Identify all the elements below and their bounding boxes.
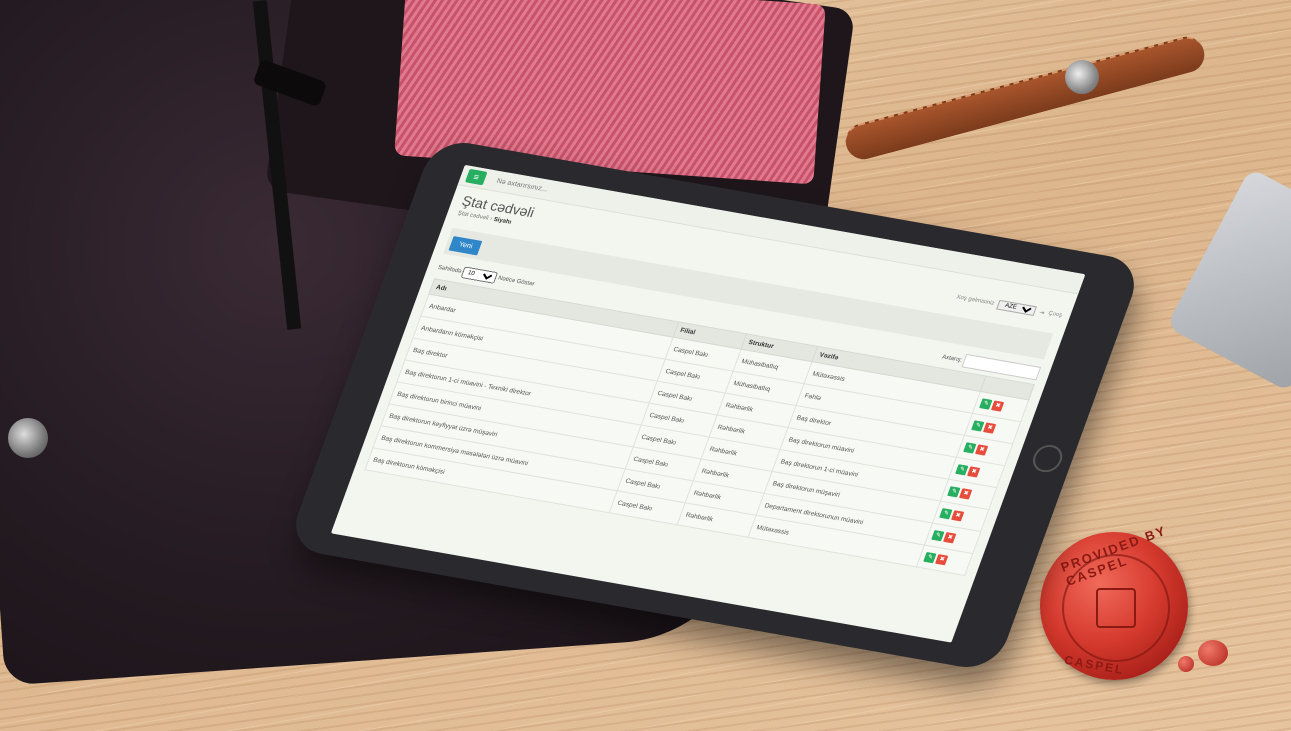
logout-link[interactable]: Çıxış xyxy=(1047,311,1063,319)
page-size-select[interactable]: 10 xyxy=(460,266,499,284)
breadcrumb-item[interactable]: Ştat cədvəli xyxy=(457,211,490,222)
tablet-screen: ≡ Ştat cədvəli Ştat cədvəli › Siyahı Xoş… xyxy=(330,164,1086,643)
trash-icon[interactable]: ✖ xyxy=(975,444,989,456)
per-page-suffix: Nəticə Göstər xyxy=(497,275,536,288)
trash-icon[interactable]: ✖ xyxy=(959,488,973,500)
trash-icon[interactable]: ✖ xyxy=(943,532,957,544)
tablet-home-button[interactable] xyxy=(1028,442,1067,475)
trash-icon[interactable]: ✖ xyxy=(983,422,997,434)
trash-icon[interactable]: ✖ xyxy=(991,400,1005,412)
metal-rivet xyxy=(1065,60,1099,94)
wax-drop xyxy=(1178,656,1194,672)
wax-drop xyxy=(1198,640,1228,666)
new-button[interactable]: Yeni xyxy=(448,236,483,256)
hamburger-menu-icon[interactable]: ≡ xyxy=(464,168,488,186)
search-label: Axtarış: xyxy=(940,354,964,364)
trash-icon[interactable]: ✖ xyxy=(967,466,981,478)
logout-icon[interactable]: ⇥ xyxy=(1038,309,1045,317)
wax-seal: PROVIDED BY CASPEL CASPEL xyxy=(1040,523,1188,680)
breadcrumb-current: Siyahı xyxy=(492,216,513,226)
seal-emblem-icon xyxy=(1096,588,1136,628)
metal-rivet xyxy=(8,418,48,458)
trash-icon[interactable]: ✖ xyxy=(951,510,965,522)
trash-icon[interactable]: ✖ xyxy=(935,554,949,566)
per-page-label: Səhifədə xyxy=(436,264,463,275)
